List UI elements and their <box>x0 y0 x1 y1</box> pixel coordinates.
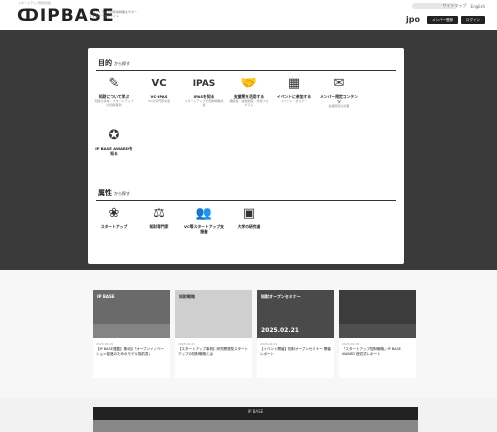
sitemap-link[interactable]: サイトマップ <box>443 3 467 9</box>
login-button[interactable]: ログイン <box>461 15 485 24</box>
purpose-item-vc-ipas[interactable]: VC VC-IPAS VCの専門家派遣 <box>139 76 179 103</box>
news-card[interactable]: 知財戦略 2025.02.21 【スタートアップ事例】研究開発型スタートアップの… <box>175 290 252 378</box>
news-title: 「スタートアップ知財戦略」IP BASE AWARD 授賞式レポート <box>342 347 401 356</box>
purpose-item-member-content[interactable]: ✉ メンバー限定コンテンツ 会員限定の記事 <box>319 76 359 108</box>
attribute-divider <box>96 200 396 201</box>
news-card[interactable]: 2025.02.18 「スタートアップ知財戦略」IP BASE AWARD 授賞… <box>339 290 416 378</box>
search-panel: 目的 から探す ✎ 知財について学ぶ 知財の基本・スタートアップの知財事例 VC … <box>88 48 404 264</box>
logo-tagline: スタートアップ知財支援 <box>18 1 52 5</box>
startup-icon: ❀ <box>108 206 120 221</box>
top-links: サイトマップ English <box>443 3 485 9</box>
member-register-button[interactable]: メンバー登録 <box>427 15 458 24</box>
university-icon: ▣ <box>242 206 256 221</box>
logo-subtitle: スタートアップの知財戦略をサポートするポータルサイト <box>89 10 138 18</box>
news-date: 2025.02.21 <box>178 342 196 346</box>
vc-icon: 👥 <box>195 206 213 221</box>
purpose-item-support[interactable]: 🤝 支援策を活用する 補助金・減免制度・支援プログラム <box>229 76 269 107</box>
vc-ipas-icon: VC <box>151 78 167 89</box>
news-thumbnail: IP BASE <box>93 290 170 338</box>
purpose-divider <box>96 70 396 71</box>
footer-image-strip <box>93 420 418 432</box>
news-title: 【IP BASE連載】第4回「オープンイノベーション促進のためのモデル契約書」 <box>96 347 165 356</box>
attribute-item-university[interactable]: ▣ 大学の研究者 <box>229 206 269 229</box>
attribute-item-ip-expert[interactable]: ⚖ 知財専門家 <box>139 206 179 229</box>
news-title: 【イベント開催】知財オープンセミナー 開催レポート <box>260 347 331 356</box>
attribute-title: 属性 から探す <box>98 189 130 197</box>
ipas-icon: IPAS <box>192 79 216 89</box>
ip-expert-icon: ⚖ <box>153 206 165 221</box>
news-date: 2025.02.25 <box>96 342 114 346</box>
english-link[interactable]: English <box>471 4 485 9</box>
purpose-item-event[interactable]: ▦ イベントに参加する イベント・セミナー <box>274 76 314 103</box>
handshake-icon: 🤝 <box>240 76 258 91</box>
news-thumbnail: 知財戦略 <box>175 290 252 338</box>
news-date: 2025.02.21 <box>260 342 278 346</box>
member-content-icon: ✉ <box>333 76 345 91</box>
attribute-item-startup[interactable]: ❀ スタートアップ <box>94 206 134 229</box>
news-date: 2025.02.18 <box>342 342 360 346</box>
news-title: 【スタートアップ事例】研究開発型スタートアップの知財戦略とは <box>178 347 248 356</box>
news-section: IP BASE 2025.02.25 【IP BASE連載】第4回「オープンイノ… <box>0 270 497 398</box>
news-thumbnail: 知財オープンセミナー 2025.02.21 <box>257 290 334 338</box>
purpose-item-ipas[interactable]: IPAS IPASを知る スタートアップの知財戦略支援 <box>184 76 224 107</box>
jpo-logo[interactable]: jpo <box>406 15 420 24</box>
news-thumbnail <box>339 290 416 338</box>
event-icon: ▦ <box>287 76 301 91</box>
footer-band-label: IP BASE <box>247 409 264 414</box>
news-card[interactable]: IP BASE 2025.02.25 【IP BASE連載】第4回「オープンイノ… <box>93 290 170 378</box>
learn-icon: ✎ <box>108 76 120 91</box>
award-icon: ✪ <box>108 128 120 143</box>
news-card[interactable]: 知財オープンセミナー 2025.02.21 2025.02.21 【イベント開催… <box>257 290 334 378</box>
purpose-title: 目的 から探す <box>98 59 130 67</box>
footer-band: IP BASE <box>93 407 418 432</box>
site-header: スタートアップ知財支援 ↀIPBASE スタートアップの知財戦略をサポートするポ… <box>0 0 497 30</box>
purpose-item-learn[interactable]: ✎ 知財について学ぶ 知財の基本・スタートアップの知財事例 <box>94 76 134 107</box>
purpose-item-award[interactable]: ✪ IP BASE AWARDを知る <box>94 128 134 156</box>
header-actions: jpo メンバー登録 ログイン <box>406 15 485 24</box>
attribute-item-vc[interactable]: 👥 VC等スタートアップ支援者 <box>184 206 224 234</box>
